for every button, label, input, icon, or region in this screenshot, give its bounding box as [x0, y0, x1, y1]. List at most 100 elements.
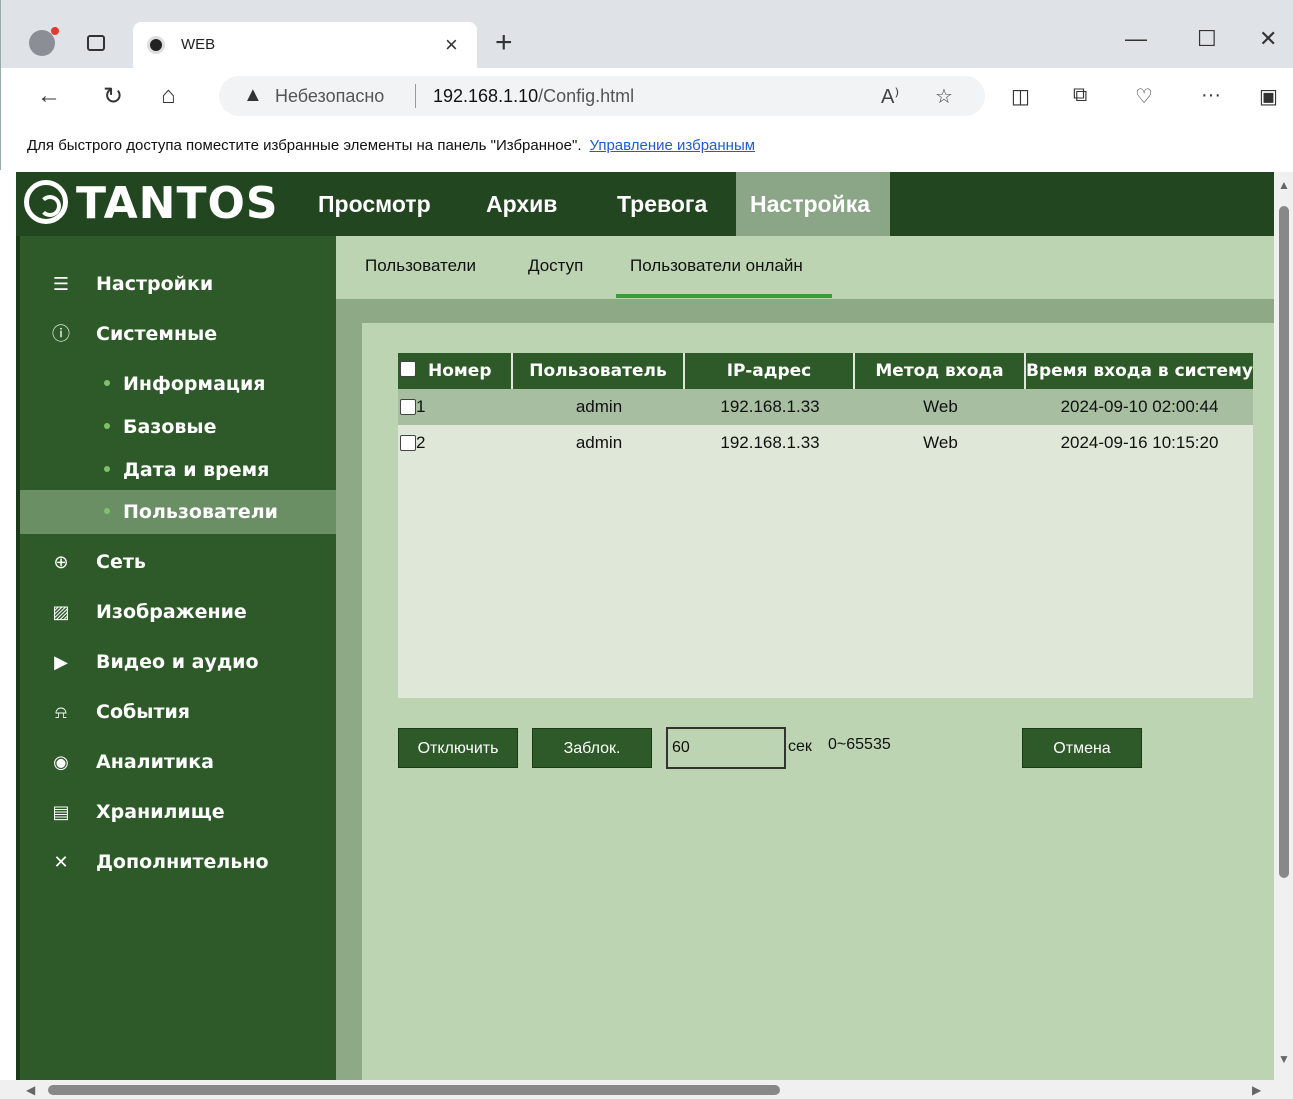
- manage-favorites-link[interactable]: Управление избранным: [589, 137, 755, 154]
- cell-ip: 192.168.1.33: [720, 433, 820, 452]
- block-button[interactable]: Заблок.: [532, 728, 652, 768]
- scroll-left-icon[interactable]: ◀: [26, 1083, 35, 1097]
- maximize-icon[interactable]: ☐: [1197, 26, 1217, 52]
- cell-method: Web: [923, 433, 958, 452]
- cell-time: 2024-09-16 10:15:20: [1060, 433, 1219, 452]
- sidebar-label: Изображение: [96, 601, 247, 623]
- cancel-button[interactable]: Отмена: [1022, 728, 1142, 768]
- sidebar-label: События: [96, 701, 190, 723]
- block-seconds-input[interactable]: 60: [666, 727, 786, 769]
- cell-ip: 192.168.1.33: [720, 397, 820, 416]
- top-navigation: TANTOS Просмотр Архив Тревога Настройка: [16, 172, 1274, 236]
- tab-title: WEB: [181, 36, 216, 53]
- bullet-icon: [104, 508, 110, 514]
- bullet-icon: [104, 466, 110, 472]
- sidebar-item-image[interactable]: ▨ Изображение: [20, 590, 336, 634]
- sidebar-item-users[interactable]: Пользователи: [20, 490, 336, 534]
- tools-icon: ✕: [53, 852, 69, 872]
- sidebar-item-system[interactable]: ⓘ Системные: [20, 312, 336, 356]
- more-menu-icon[interactable]: ···: [1201, 84, 1221, 107]
- split-screen-icon[interactable]: ◫: [1011, 84, 1030, 109]
- table-row[interactable]: 1 admin 192.168.1.33 Web 2024-09-10 02:0…: [398, 389, 1253, 425]
- url-field[interactable]: ▲ Небезопасно 192.168.1.10/Config.html A…: [219, 76, 985, 116]
- browser-tab[interactable]: WEB ×: [133, 22, 477, 68]
- content-left-margin: [336, 299, 362, 1080]
- row-checkbox[interactable]: [400, 435, 416, 451]
- favorite-star-icon[interactable]: ☆: [935, 84, 953, 109]
- tab-access[interactable]: Доступ: [528, 256, 583, 276]
- sidebar-label: Системные: [96, 323, 218, 345]
- url-text[interactable]: 192.168.1.10/Config.html: [433, 86, 634, 107]
- favicon-icon: [147, 36, 165, 54]
- profile-avatar-icon[interactable]: [29, 30, 55, 56]
- sidebar: ☰ Настройки ⓘ Системные Информация Базов…: [16, 236, 336, 1080]
- sidebar-item-advanced[interactable]: ✕ Дополнительно: [20, 840, 336, 884]
- horizontal-scrollbar[interactable]: ◀ ▶: [0, 1080, 1293, 1099]
- disconnect-button[interactable]: Отключить: [398, 728, 518, 768]
- nav-view[interactable]: Просмотр: [304, 172, 445, 236]
- close-window-icon[interactable]: ✕: [1259, 26, 1277, 52]
- sidebar-item-information[interactable]: Информация: [20, 362, 336, 406]
- horizontal-scroll-thumb[interactable]: [48, 1085, 780, 1095]
- sidebar-item-video-audio[interactable]: ▶ Видео и аудио: [20, 640, 336, 684]
- tab-online-users[interactable]: Пользователи онлайн: [630, 256, 803, 276]
- browser-essentials-icon[interactable]: ♡: [1135, 84, 1153, 109]
- scroll-down-icon[interactable]: ▼: [1278, 1052, 1290, 1066]
- read-aloud-icon[interactable]: A⁾: [881, 84, 899, 109]
- favorites-hint-text: Для быстрого доступа поместите избранные…: [27, 137, 582, 154]
- seconds-range-label: 0~65535: [828, 736, 891, 753]
- list-icon: ☰: [52, 274, 70, 294]
- sidebar-item-date-time[interactable]: Дата и время: [20, 448, 336, 492]
- header-number: Номер: [398, 353, 513, 389]
- cell-method: Web: [923, 397, 958, 416]
- storage-icon: ▤: [52, 802, 70, 822]
- warning-icon[interactable]: ▲: [243, 84, 263, 107]
- cell-number: 2: [416, 433, 426, 452]
- nav-alarm[interactable]: Тревога: [603, 172, 721, 236]
- sidebar-item-events[interactable]: ⍾ События: [20, 690, 336, 734]
- sidebar-item-network[interactable]: ⊕ Сеть: [20, 540, 336, 584]
- header-login-method: Метод входа: [855, 353, 1026, 389]
- sidebar-label: Хранилище: [96, 801, 225, 823]
- sidebar-item-basic[interactable]: Базовые: [20, 405, 336, 449]
- close-tab-icon[interactable]: ×: [445, 32, 458, 58]
- url-path: /Config.html: [538, 86, 635, 106]
- info-icon: ⓘ: [52, 324, 70, 344]
- back-icon[interactable]: ←: [37, 82, 61, 110]
- cell-time: 2024-09-10 02:00:44: [1060, 397, 1219, 416]
- collections-icon[interactable]: ⧉: [1073, 84, 1087, 107]
- select-all-checkbox[interactable]: [400, 361, 416, 377]
- new-tab-icon[interactable]: +: [495, 26, 513, 60]
- sidebar-toggle-icon[interactable]: ▣: [1259, 84, 1278, 109]
- sidebar-item-storage[interactable]: ▤ Хранилище: [20, 790, 336, 834]
- sidebar-label: Дополнительно: [96, 851, 269, 873]
- row-checkbox[interactable]: [400, 399, 416, 415]
- reload-icon[interactable]: ↻: [103, 82, 123, 111]
- tab-actions-icon[interactable]: [87, 35, 105, 51]
- vertical-scrollbar[interactable]: ▲ ▼: [1274, 172, 1293, 1080]
- nav-settings[interactable]: Настройка: [736, 172, 890, 236]
- favorites-hint: Для быстрого доступа поместите избранные…: [27, 137, 755, 154]
- home-icon[interactable]: ⌂: [161, 82, 176, 110]
- sidebar-label: Настройки: [96, 273, 214, 295]
- seconds-unit-label: сек: [788, 738, 812, 755]
- bullet-icon: [104, 380, 110, 386]
- sidebar-label: Пользователи: [123, 501, 278, 523]
- tantos-logo[interactable]: TANTOS: [24, 178, 279, 229]
- online-users-table: Номер Пользователь IP-адрес Метод входа …: [398, 353, 1253, 698]
- sidebar-item-analytics[interactable]: ◉ Аналитика: [20, 740, 336, 784]
- sidebar-label: Информация: [123, 373, 266, 395]
- minimize-icon[interactable]: —: [1125, 26, 1147, 52]
- sidebar-item-settings[interactable]: ☰ Настройки: [20, 262, 336, 306]
- nav-archive[interactable]: Архив: [472, 172, 571, 236]
- insecure-label[interactable]: Небезопасно: [275, 86, 384, 107]
- active-tab-indicator: [616, 294, 832, 298]
- video-icon: ▶: [54, 652, 68, 672]
- table-row[interactable]: 2 admin 192.168.1.33 Web 2024-09-16 10:1…: [398, 425, 1253, 461]
- scroll-right-icon[interactable]: ▶: [1252, 1083, 1261, 1097]
- scroll-up-icon[interactable]: ▲: [1278, 178, 1290, 192]
- vertical-scroll-thumb[interactable]: [1279, 206, 1289, 878]
- header-user: Пользователь: [513, 353, 685, 389]
- tab-users[interactable]: Пользователи: [365, 256, 476, 276]
- logo-text: TANTOS: [76, 178, 279, 229]
